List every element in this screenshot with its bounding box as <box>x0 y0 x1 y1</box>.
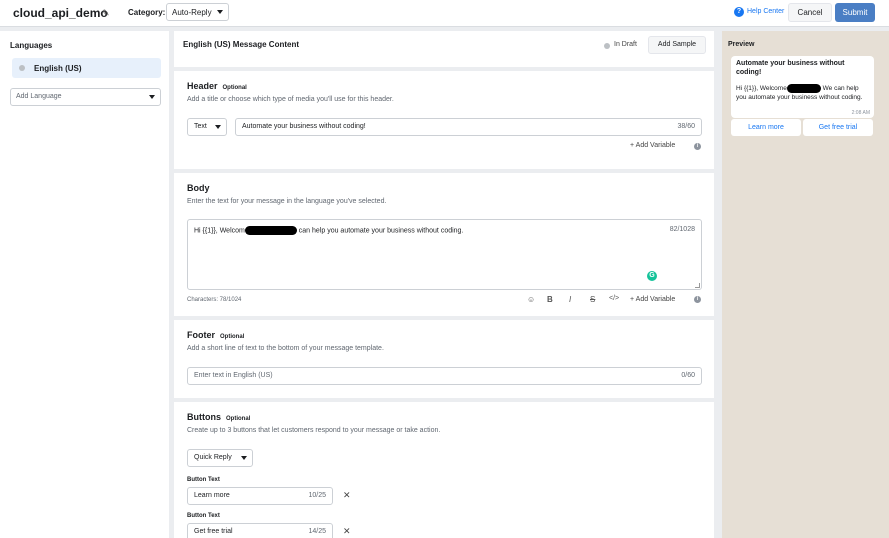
top-bar: cloud_api_demo ✎ Category: Auto-Reply ? … <box>0 0 889 27</box>
message-content-header: English (US) Message Content In Draft Ad… <box>174 31 714 67</box>
languages-title: Languages <box>10 41 53 50</box>
code-icon[interactable]: </> <box>609 295 619 302</box>
redaction-mark <box>786 84 821 93</box>
preview-title: Preview <box>728 41 755 48</box>
pencil-icon[interactable]: ✎ <box>102 8 110 19</box>
button-text-label: Button Text <box>187 477 220 483</box>
body-section: Body Enter the text for your message in … <box>174 173 714 316</box>
help-center-link[interactable]: Help Center <box>747 8 784 15</box>
buttons-title: Buttons Optional <box>187 412 250 422</box>
header-type-select[interactable]: Text <box>187 118 227 136</box>
optional-label: Optional <box>222 85 247 91</box>
body-text-start: Hi {{1}}, Welcom <box>194 227 245 235</box>
chevron-down-icon <box>241 456 247 460</box>
bold-icon[interactable]: B <box>547 295 553 304</box>
footer-title-text: Footer <box>187 330 215 340</box>
header-description: Add a title or choose which type of medi… <box>187 96 394 103</box>
bubble-body-start: Hi {{1}}, Welcome <box>736 85 787 93</box>
draft-dot-icon <box>604 43 610 49</box>
resize-handle-icon[interactable] <box>695 283 700 288</box>
buttons-title-text: Buttons <box>187 412 221 422</box>
bubble-body: Hi {{1}}, Welcome We can help you automa… <box>736 84 870 102</box>
button-text-input[interactable]: Learn more 10/25 <box>187 487 333 505</box>
template-name: cloud_api_demo <box>13 6 108 20</box>
header-counter: 38/60 <box>677 123 695 130</box>
footer-title: Footer Optional <box>187 330 244 340</box>
header-add-variable-button[interactable]: + Add Variable <box>630 142 675 149</box>
redaction-mark <box>244 226 297 235</box>
bubble-timestamp: 2:08 AM <box>851 110 870 116</box>
info-icon[interactable]: i <box>694 296 701 303</box>
languages-sidebar: Languages English (US) Add Language <box>0 31 169 538</box>
close-icon[interactable]: ✕ <box>343 526 351 537</box>
preview-learn-more-button[interactable]: Learn more <box>731 119 801 136</box>
header-text-value: Automate your business without coding! <box>242 123 366 130</box>
status-dot-icon <box>19 65 25 71</box>
category-select[interactable]: Auto-Reply <box>166 3 229 21</box>
add-language-label: Add Language <box>16 93 62 100</box>
add-language-select[interactable]: Add Language <box>10 88 161 106</box>
body-text: Hi {{1}}, Welcom can help you automate y… <box>194 226 463 235</box>
footer-placeholder: Enter text in English (US) <box>194 372 273 379</box>
submit-button[interactable]: Submit <box>835 3 875 22</box>
optional-label: Optional <box>220 334 245 340</box>
buttons-section: Buttons Optional Create up to 3 buttons t… <box>174 402 714 538</box>
message-bubble: Automate your business without coding! H… <box>731 56 874 118</box>
language-label: English (US) <box>34 64 82 73</box>
language-item-english-us[interactable]: English (US) <box>12 58 161 78</box>
body-text-end: can help you automate your business with… <box>296 227 464 235</box>
header-type-value: Text <box>194 123 207 130</box>
preview-panel: Preview Automate your business without c… <box>722 31 889 538</box>
info-icon[interactable]: i <box>694 143 701 150</box>
button-text-value: Get free trial <box>194 528 233 535</box>
body-textarea[interactable]: Hi {{1}}, Welcom can help you automate y… <box>187 219 702 290</box>
chevron-down-icon <box>149 95 155 99</box>
help-icon[interactable]: ? <box>734 7 744 17</box>
close-icon[interactable]: ✕ <box>343 490 351 501</box>
footer-description: Add a short line of text to the bottom o… <box>187 345 384 352</box>
preview-get-free-trial-button[interactable]: Get free trial <box>803 119 873 136</box>
emoji-icon[interactable]: ☺ <box>527 295 535 304</box>
button-type-select[interactable]: Quick Reply <box>187 449 253 467</box>
header-section: Header Optional Add a title or choose whi… <box>174 71 714 169</box>
cancel-button[interactable]: Cancel <box>788 3 832 22</box>
button-text-label: Button Text <box>187 513 220 519</box>
chevron-down-icon <box>215 125 221 129</box>
header-title-text: Header <box>187 81 218 91</box>
category-value: Auto-Reply <box>172 8 212 17</box>
character-count: Characters: 78/1024 <box>187 297 242 303</box>
footer-text-input[interactable]: Enter text in English (US) 0/60 <box>187 367 702 385</box>
body-add-variable-button[interactable]: + Add Variable <box>630 296 675 303</box>
button-type-value: Quick Reply <box>194 454 232 461</box>
header-text-input[interactable]: Automate your business without coding! 3… <box>235 118 702 136</box>
optional-label: Optional <box>226 416 251 422</box>
footer-section: Footer Optional Add a short line of text … <box>174 320 714 398</box>
footer-counter: 0/60 <box>681 372 695 379</box>
body-counter: 82/1028 <box>669 226 695 233</box>
button-text-input[interactable]: Get free trial 14/25 <box>187 523 333 538</box>
status-badge: In Draft <box>614 41 637 48</box>
body-description: Enter the text for your message in the l… <box>187 198 387 205</box>
italic-icon[interactable]: I <box>569 295 571 304</box>
header-title: Header Optional <box>187 81 247 91</box>
strikethrough-icon[interactable]: S <box>590 295 595 304</box>
add-sample-button[interactable]: Add Sample <box>648 36 706 54</box>
button-text-value: Learn more <box>194 492 230 499</box>
category-label: Category: <box>128 8 166 17</box>
body-title: Body <box>187 183 210 193</box>
grammarly-icon[interactable]: G <box>647 271 657 281</box>
button-text-counter: 14/25 <box>308 528 326 535</box>
button-text-counter: 10/25 <box>308 492 326 499</box>
content-title: English (US) Message Content <box>183 40 300 49</box>
chevron-down-icon <box>217 10 223 14</box>
buttons-description: Create up to 3 buttons that let customer… <box>187 427 441 434</box>
bubble-title: Automate your business without coding! <box>736 60 845 76</box>
